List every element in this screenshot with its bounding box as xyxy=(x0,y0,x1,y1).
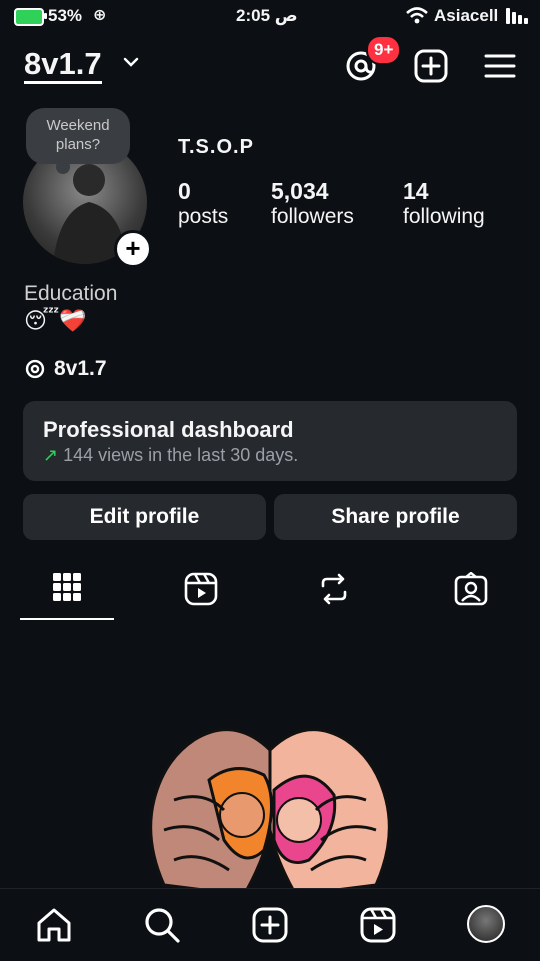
add-story-button[interactable]: + xyxy=(114,230,152,268)
profile-note[interactable]: Weekend plans? xyxy=(26,108,130,174)
stat-label: followers xyxy=(271,205,354,228)
reels-icon xyxy=(184,572,218,606)
dashboard-title: Professional dashboard xyxy=(43,417,294,442)
home-icon[interactable] xyxy=(34,905,74,945)
chevron-down-icon[interactable] xyxy=(123,56,139,68)
reels-nav-icon[interactable] xyxy=(358,905,398,945)
share-profile-button[interactable]: Share profile xyxy=(274,494,517,540)
stat-value: 5,034 xyxy=(271,178,329,204)
create-icon[interactable] xyxy=(413,48,449,84)
battery-percent: 53% xyxy=(48,6,83,25)
tab-reposts[interactable] xyxy=(274,568,394,620)
wifi-icon xyxy=(406,7,428,24)
professional-dashboard[interactable]: Professional dashboard ↗ 144 views in th… xyxy=(23,401,517,481)
trend-up-icon: ↗ xyxy=(43,445,59,465)
stat-label: following xyxy=(403,205,485,228)
battery-icon xyxy=(14,8,47,26)
dashboard-subtitle: ↗ 144 views in the last 30 days. xyxy=(43,445,298,466)
tab-reels[interactable] xyxy=(141,568,261,620)
dashboard-views: 144 views in the last 30 days. xyxy=(63,445,299,465)
bio-category: Education xyxy=(24,282,118,305)
stat-value: 14 xyxy=(403,178,429,204)
tab-tagged[interactable] xyxy=(411,568,531,620)
stat-label: posts xyxy=(178,205,229,228)
threads-handle: 8v1.7 xyxy=(54,357,107,380)
signal-icon xyxy=(506,8,532,24)
carrier-name: Asiacell xyxy=(434,6,499,25)
grid-icon xyxy=(53,573,81,601)
edit-profile-button[interactable]: Edit profile xyxy=(23,494,266,540)
stat-posts[interactable]: 0 posts xyxy=(178,178,228,229)
account-switcher[interactable]: 8v1.7 xyxy=(24,48,102,84)
tagged-user-icon xyxy=(454,572,488,606)
menu-icon[interactable] xyxy=(482,48,518,84)
notification-badge: 9+ xyxy=(366,35,402,65)
threads-icon xyxy=(25,359,45,379)
screen-record-icon: ⊕ xyxy=(93,7,107,24)
bottom-navigation xyxy=(0,888,540,961)
threads-link[interactable]: 8v1.7 xyxy=(24,357,107,381)
full-name: T.S.O.P xyxy=(178,136,254,158)
bio-emoji: 😴❤️‍🩹 xyxy=(24,308,87,333)
create-post-icon[interactable] xyxy=(250,905,290,945)
status-bar: 53% ⊕ 2:05 ص Asiacell xyxy=(0,0,540,34)
profile-nav-avatar[interactable] xyxy=(467,905,505,943)
stat-following[interactable]: 14 following xyxy=(403,178,485,229)
search-icon[interactable] xyxy=(142,905,182,945)
stat-followers[interactable]: 5,034 followers xyxy=(271,178,354,229)
tab-grid[interactable] xyxy=(20,568,114,620)
status-time: 2:05 ص xyxy=(236,6,298,25)
repost-icon xyxy=(321,573,347,605)
heart-hands-illustration xyxy=(149,728,391,895)
stat-value: 0 xyxy=(178,178,191,204)
note-text: Weekend plans? xyxy=(46,117,110,153)
